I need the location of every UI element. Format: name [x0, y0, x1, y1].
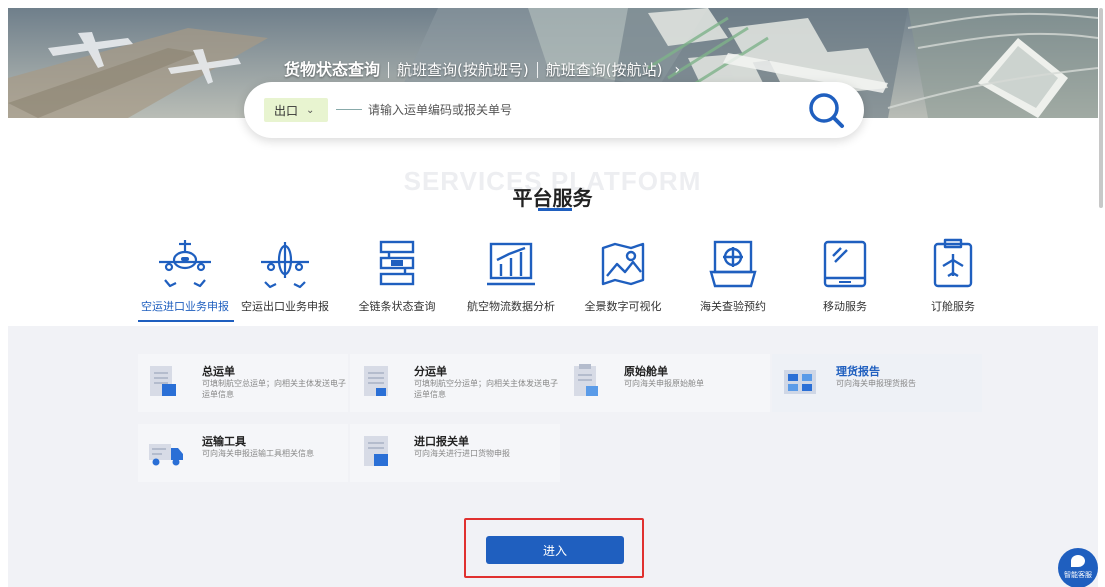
service-air-import[interactable]: 空运进口业务申报: [130, 236, 240, 326]
declaration-icon: [364, 436, 388, 466]
service-label: 全链条状态查询: [358, 300, 436, 313]
query-tabs: 货物状态查询 航班查询(按航班号) 航班查询(按航站) ›: [276, 58, 680, 82]
document-icon: [364, 366, 388, 396]
service-customs-inspection[interactable]: 海关查验预约: [678, 236, 788, 326]
select-value: 出口: [274, 103, 299, 118]
smart-service-button[interactable]: 智能客服: [1058, 548, 1098, 587]
tab-cargo-status[interactable]: 货物状态查询: [276, 58, 388, 82]
service-label: 移动服务: [823, 300, 867, 313]
service-full-chain-status[interactable]: 全链条状态查询: [342, 236, 452, 326]
service-booking[interactable]: 订舱服务: [898, 236, 1008, 326]
section-title: 平台服务: [512, 186, 593, 210]
search-divider: [336, 109, 362, 110]
service-label: 航空物流数据分析: [467, 300, 555, 313]
search-button[interactable]: [804, 88, 848, 132]
card-description: 可向海关申报理货报告: [836, 379, 916, 388]
service-panorama-visualization[interactable]: 全景数字可视化: [568, 236, 678, 326]
service-label: 空运出口业务申报: [241, 300, 329, 313]
active-service-underline: [138, 320, 234, 322]
document-icon: [150, 366, 176, 396]
card-house-waybill[interactable]: 分运单 可填制航空分运单；向相关主体发送电子运单信息: [350, 354, 560, 412]
card-title: 总运单: [202, 365, 235, 378]
enter-button[interactable]: 进入: [486, 536, 624, 564]
truck-icon: [149, 444, 183, 466]
service-label: 订舱服务: [931, 300, 975, 313]
card-description: 可填制航空分运单；向相关主体发送电子运单信息: [414, 379, 558, 399]
service-mobile[interactable]: 移动服务: [790, 236, 900, 326]
card-description: 可向海关申报运输工具相关信息: [202, 449, 314, 458]
plane-outbound-icon: [261, 242, 309, 289]
tab-flight-by-number[interactable]: 航班查询(按航班号): [389, 58, 537, 82]
card-title: 运输工具: [202, 435, 246, 448]
bar-chart-icon: [487, 242, 535, 286]
tally-icon: [784, 370, 816, 394]
service-label: 空运进口业务申报: [141, 300, 229, 313]
map-icon: [601, 242, 645, 286]
search-bar: 出口 ⌄: [244, 82, 864, 138]
plane-inbound-icon: [159, 240, 211, 288]
card-transport-vehicle[interactable]: 运输工具 可向海关申报运输工具相关信息: [138, 424, 348, 482]
card-master-waybill[interactable]: 总运单 可填制航空总运单；向相关主体发送电子运单信息: [138, 354, 348, 412]
booking-icon: [933, 238, 973, 288]
section-title-underline: [538, 208, 572, 211]
page: 货物状态查询 航班查询(按航班号) 航班查询(按航站) › 出口 ⌄ SERVI…: [0, 0, 1105, 587]
tablet-icon: [823, 240, 867, 288]
service-label: 海关查验预约: [700, 300, 766, 313]
card-title: 进口报关单: [414, 435, 469, 448]
card-import-declaration[interactable]: 进口报关单 可向海关进行进口货物申报: [350, 424, 560, 482]
card-title: 原始舱单: [624, 365, 668, 378]
service-logistics-analysis[interactable]: 航空物流数据分析: [456, 236, 566, 326]
service-air-export[interactable]: 空运出口业务申报: [230, 236, 340, 326]
page-scrollbar[interactable]: [1099, 8, 1103, 208]
card-description: 可向海关申报原始舱单: [624, 379, 704, 388]
chevron-right-icon[interactable]: ›: [674, 62, 680, 78]
service-menu: 空运进口业务申报 空运出口业务申报 全链条状态查询 航空物流数据分析 全景数字可…: [130, 236, 980, 326]
card-description: 可填制航空总运单；向相关主体发送电子运单信息: [202, 379, 346, 399]
flow-status-icon: [379, 240, 415, 286]
chevron-down-icon: ⌄: [306, 104, 315, 116]
chat-icon: [1071, 555, 1085, 567]
tab-flight-by-station[interactable]: 航班查询(按航站): [538, 58, 671, 82]
card-title: 分运单: [414, 365, 447, 378]
card-tally-report[interactable]: 理货报告 可向海关申报理货报告: [772, 354, 982, 412]
card-original-manifest[interactable]: 原始舱单 可向海关申报原始舱单: [560, 354, 770, 412]
card-title: 理货报告: [836, 365, 880, 378]
inspection-icon: [709, 240, 757, 288]
import-export-select[interactable]: 出口 ⌄: [264, 98, 328, 122]
manifest-icon: [574, 364, 598, 396]
search-icon: [809, 93, 844, 128]
service-label: 全景数字可视化: [584, 300, 662, 313]
waybill-search-input[interactable]: [368, 99, 788, 121]
smart-service-label: 智能客服: [1064, 571, 1092, 579]
card-description: 可向海关进行进口货物申报: [414, 449, 510, 458]
